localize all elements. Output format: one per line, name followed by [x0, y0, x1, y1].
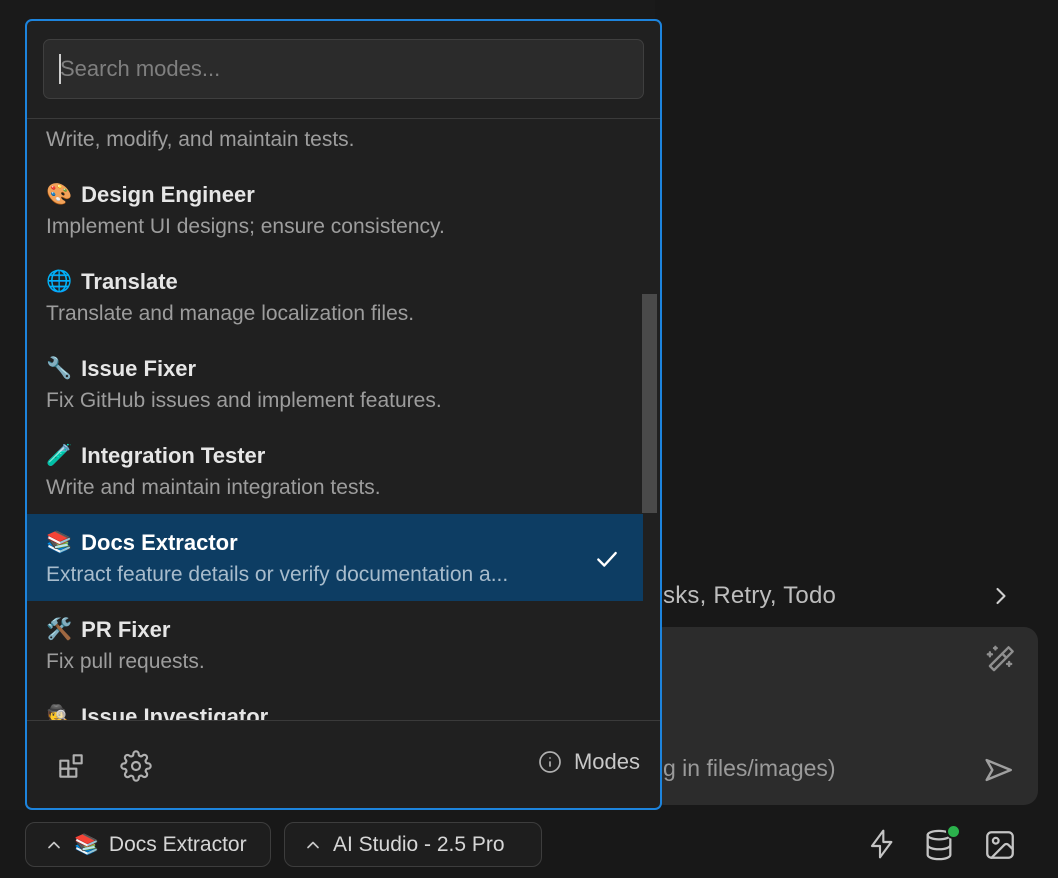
model-chip-label: AI Studio - 2.5 Pro [333, 833, 505, 857]
hammer-wrench-emoji-icon: 🛠️ [46, 618, 72, 642]
mode-description: Write and maintain integration tests. [46, 472, 643, 503]
mode-description: Implement UI designs; ensure consistency… [46, 211, 643, 242]
test-tube-emoji-icon: 🧪 [46, 444, 72, 468]
dropdown-footer: Modes [27, 721, 660, 808]
mode-item-pr-fixer[interactable]: 🛠️ PR Fixer Fix pull requests. [27, 601, 643, 688]
mode-item-docs-extractor-selected[interactable]: 📚 Docs Extractor Extract feature details… [27, 514, 643, 601]
magic-wand-icon[interactable] [983, 644, 1016, 677]
wrench-emoji-icon: 🔧 [46, 357, 72, 381]
mode-title: 🧪 Integration Tester [46, 440, 643, 472]
mode-chip-emoji: 📚 [74, 832, 99, 857]
detective-emoji-icon: 🕵️ [46, 705, 72, 720]
scrollbar-thumb[interactable] [642, 294, 657, 513]
mode-list: Write, modify, and maintain tests. 🎨 Des… [27, 119, 660, 720]
search-box[interactable] [43, 39, 644, 99]
modes-info: Modes [538, 749, 640, 775]
mode-title: 🔧 Issue Fixer [46, 353, 643, 385]
chat-input-panel[interactable]: g in files/images) [650, 627, 1038, 805]
search-input[interactable] [43, 39, 644, 99]
mode-item-issue-investigator[interactable]: 🕵️ Issue Investigator [27, 688, 643, 720]
mode-description: Write, modify, and maintain tests. [46, 124, 643, 155]
tasks-text: sks, Retry, Todo [663, 582, 836, 610]
mode-selector-chip[interactable]: 📚 Docs Extractor [25, 822, 271, 867]
modes-label: Modes [574, 749, 640, 775]
gear-icon [120, 750, 152, 782]
info-icon[interactable] [538, 750, 562, 774]
mode-title: 📚 Docs Extractor [46, 527, 643, 559]
mode-title: 🎨 Design Engineer [46, 179, 643, 211]
mode-title: 🕵️ Issue Investigator [46, 701, 643, 720]
status-green-dot [946, 824, 961, 839]
chat-input-placeholder[interactable]: g in files/images) [663, 755, 836, 782]
mode-description: Extract feature details or verify docume… [46, 559, 643, 590]
books-emoji-icon: 📚 [46, 531, 72, 555]
layout-grid-icon [55, 750, 87, 782]
mode-item-design-engineer[interactable]: 🎨 Design Engineer Implement UI designs; … [27, 166, 643, 253]
mode-description: Translate and manage localization files. [46, 298, 643, 329]
mode-description: Fix pull requests. [46, 646, 643, 677]
tasks-row[interactable]: sks, Retry, Todo [663, 581, 1043, 611]
mode-item-issue-fixer[interactable]: 🔧 Issue Fixer Fix GitHub issues and impl… [27, 340, 643, 427]
manage-modes-button[interactable] [54, 749, 88, 783]
mode-chip-label: Docs Extractor [109, 833, 247, 857]
mode-description: Fix GitHub issues and implement features… [46, 385, 643, 416]
mode-picker-dropdown: Write, modify, and maintain tests. 🎨 Des… [25, 19, 662, 810]
mode-item-partial-top[interactable]: Write, modify, and maintain tests. [27, 119, 643, 166]
palette-emoji-icon: 🎨 [46, 183, 72, 207]
model-selector-chip[interactable]: AI Studio - 2.5 Pro [284, 822, 542, 867]
chevron-up-icon [303, 835, 323, 855]
mode-title: 🛠️ PR Fixer [46, 614, 643, 646]
mode-item-integration-tester[interactable]: 🧪 Integration Tester Write and maintain … [27, 427, 643, 514]
send-icon[interactable] [980, 753, 1016, 787]
settings-button[interactable] [119, 749, 153, 783]
globe-emoji-icon: 🌐 [46, 270, 72, 294]
text-caret [59, 54, 61, 84]
checkmark-icon [594, 546, 620, 572]
status-bar: 📚 Docs Extractor AI Studio - 2.5 Pro [0, 810, 1058, 878]
app-background: sks, Retry, Todo g in files/images) 📚 Do… [0, 0, 1058, 878]
image-icon[interactable] [982, 828, 1018, 862]
lightning-icon[interactable] [866, 828, 898, 860]
chevron-up-icon [44, 835, 64, 855]
mode-title: 🌐 Translate [46, 266, 643, 298]
chevron-right-icon[interactable] [987, 582, 1015, 610]
mode-item-translate[interactable]: 🌐 Translate Translate and manage localiz… [27, 253, 643, 340]
